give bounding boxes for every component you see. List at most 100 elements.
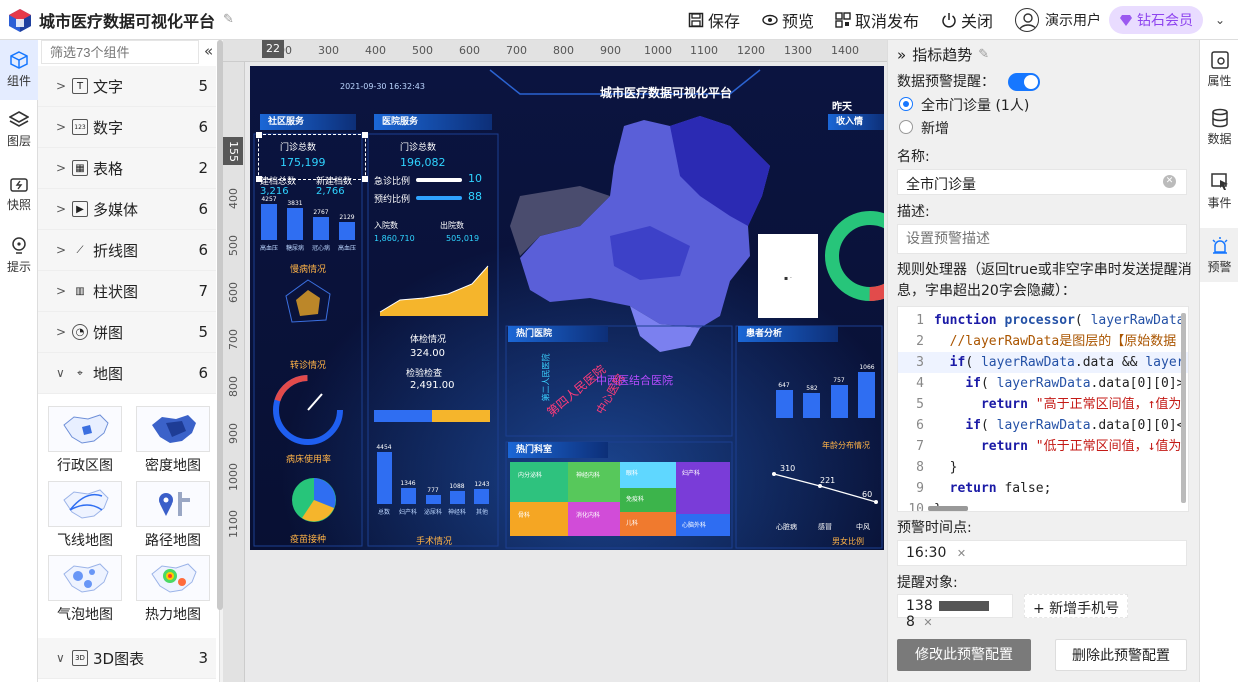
gender-axis-label: 心脏病	[776, 523, 797, 531]
chart-bar	[377, 452, 392, 504]
alert-option-radio[interactable]	[899, 97, 913, 111]
category-pie[interactable]: > ◔ 饼图 5	[38, 312, 216, 353]
tab-properties[interactable]: 属性	[1200, 50, 1238, 89]
time-field[interactable]: 16:30 ✕	[897, 540, 1187, 566]
bulb-icon	[12, 237, 26, 254]
ruler-tick: 800	[227, 376, 240, 397]
bar-value-label: 2129	[339, 214, 355, 221]
category-line-chart[interactable]: > ⟋ 折线图 6	[38, 230, 216, 271]
expand-panel-icon[interactable]: »	[897, 46, 906, 64]
collapse-panel-icon[interactable]: «	[204, 42, 213, 60]
map-card-bubble[interactable]: 气泡地图	[48, 555, 122, 624]
category-table[interactable]: > ▦ 表格 2	[38, 148, 216, 189]
code-vscrollbar[interactable]	[1181, 313, 1186, 503]
referral-label: 转诊情况	[290, 361, 327, 371]
add-phone-button[interactable]: + 新增手机号	[1024, 594, 1129, 618]
nav-tips[interactable]: 提示	[0, 236, 38, 275]
ruler-tick: 1400	[831, 44, 859, 57]
category-text[interactable]: > T 文字 5	[38, 66, 216, 107]
edit-panel-title-icon[interactable]: ✎	[978, 47, 989, 62]
density-map-icon	[136, 406, 210, 452]
chevron-down-icon: ∨	[56, 366, 65, 380]
name-field[interactable]: 全市门诊量 ✕	[897, 169, 1187, 195]
hospital-visits-label: 门诊总数	[400, 143, 437, 153]
tab-events[interactable]: 事件	[1200, 172, 1238, 211]
category-number[interactable]: >123 数字 6	[38, 107, 216, 148]
ruler-tick: 900	[227, 423, 240, 444]
bar-value-label: 1346	[400, 480, 416, 487]
clear-icon[interactable]: ✕	[1163, 175, 1176, 188]
alert-toggle[interactable]	[1008, 73, 1040, 91]
treemap-cell: 神经内科	[568, 462, 620, 502]
modify-alert-button[interactable]: 修改此预警配置	[897, 639, 1031, 671]
area-chart	[379, 265, 489, 316]
chronic-bar-chart: 4257 高血压 3831 糖尿病 2767 冠心病 2129 高血压	[256, 196, 360, 252]
chevron-right-icon: >	[56, 120, 67, 134]
appointment-label: 预约比例	[374, 195, 411, 205]
nav-components[interactable]: 组件	[0, 40, 38, 100]
delete-alert-button[interactable]: 删除此预警配置	[1055, 639, 1187, 671]
category-3d-chart[interactable]: ∨ 3D 3D图表 3	[38, 638, 216, 679]
remove-phone-icon[interactable]: ✕	[923, 616, 932, 629]
ruler-tick: 500	[227, 235, 240, 256]
ruler-tick: 600	[459, 44, 480, 57]
code-hscrollbar[interactable]	[928, 506, 968, 511]
map-card-flyline[interactable]: 飞线地图	[48, 481, 122, 550]
pyramid-bar-right	[432, 410, 490, 422]
save-button[interactable]: 保存	[688, 0, 740, 40]
gender-value: 60	[862, 490, 873, 499]
treemap-cell: 消化内科	[568, 502, 620, 536]
unpublish-button[interactable]: 取消发布	[835, 0, 919, 40]
age-dist-label: 年龄分布情况	[822, 441, 870, 450]
category-bar-chart[interactable]: > ▥ 柱状图 7	[38, 271, 216, 312]
chevron-right-icon: >	[56, 325, 67, 339]
bar-value-label: 647	[778, 382, 790, 389]
hospital-visits-value: 196,082	[400, 156, 446, 169]
emergency-label: 急诊比例	[374, 177, 411, 187]
edit-title-icon[interactable]: ✎	[223, 12, 234, 27]
resize-handle[interactable]	[256, 132, 262, 138]
remove-time-icon[interactable]: ✕	[957, 547, 966, 560]
resize-handle[interactable]	[362, 176, 368, 182]
heat-map-icon	[136, 555, 210, 601]
ruler-tick: 1000	[644, 44, 672, 57]
tab-data[interactable]: 数据	[1200, 108, 1238, 147]
map-card-heat[interactable]: 热力地图	[136, 555, 210, 624]
yesterday-label: 昨天	[832, 102, 852, 113]
preview-button[interactable]: 预览	[762, 0, 814, 40]
category-media[interactable]: > ▶ 多媒体 6	[38, 189, 216, 230]
dashboard-canvas[interactable]: ▪ · 2021-09-30 16:32:43 城市医疗数据可视化平台 昨天 社…	[250, 66, 884, 550]
name-label: 名称:	[897, 149, 930, 165]
ruler-tick: 300	[318, 44, 339, 57]
ruler-tick: 500	[412, 44, 433, 57]
ruler-tick: 700	[227, 329, 240, 350]
close-button[interactable]: 关闭	[941, 0, 993, 40]
chevron-down-icon[interactable]: ⌄	[1215, 13, 1225, 27]
map-card-density[interactable]: 密度地图	[136, 406, 210, 475]
nav-snapshot[interactable]: 快照	[0, 174, 38, 213]
chart-bar	[474, 489, 489, 504]
user-menu[interactable]: 演示用户 钻石会员 ⌄	[1015, 6, 1225, 34]
map-icon: ⌖	[77, 367, 83, 379]
diamond-icon	[1120, 15, 1132, 26]
component-search-input[interactable]	[41, 40, 199, 64]
play-icon: ▶	[72, 201, 88, 217]
desc-input[interactable]	[897, 224, 1187, 254]
power-icon	[942, 13, 956, 28]
treemap-cell: 心脑外科	[676, 514, 730, 536]
lab-label: 检验检查	[406, 369, 443, 379]
new-option-label: 新增	[921, 121, 949, 137]
nav-layers[interactable]: 图层	[0, 110, 38, 149]
checkup-label: 体检情况	[410, 335, 447, 345]
resize-handle[interactable]	[362, 132, 368, 138]
map-card-admin[interactable]: 行政区图	[48, 406, 122, 475]
map-card-route[interactable]: 路径地图	[136, 481, 210, 550]
bar-category-label: 总数	[377, 509, 390, 516]
horizontal-ruler: 200 300 400 500 600 700 800 900 1000 110…	[223, 40, 887, 62]
code-editor[interactable]: 1 function processor( layerRawData 2 //la…	[897, 306, 1189, 512]
layers-icon	[9, 111, 29, 127]
tab-alerts[interactable]: 预警	[1200, 228, 1238, 282]
category-map[interactable]: ∨ ⌖ 地图 6	[38, 353, 216, 394]
phone-tag[interactable]: 138 8 ✕	[897, 594, 1013, 630]
new-option-radio[interactable]	[899, 120, 913, 134]
